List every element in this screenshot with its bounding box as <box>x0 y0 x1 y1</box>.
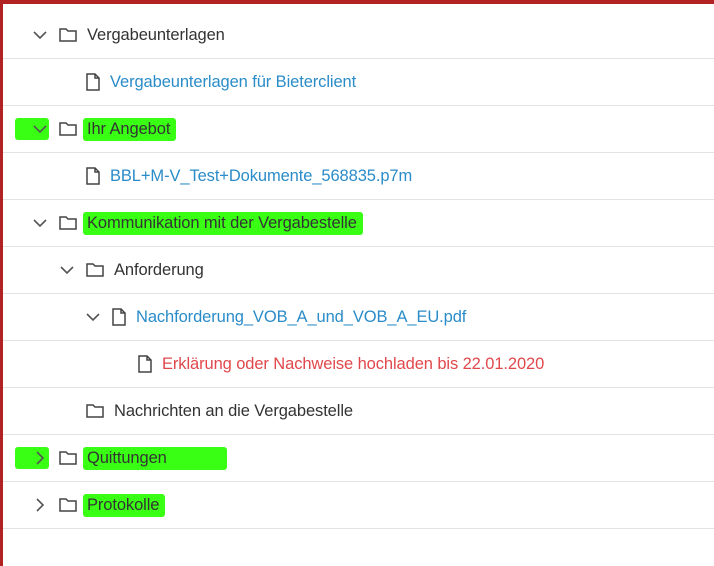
tree-row-vergabeunterlagen-bieterclient[interactable]: Vergabeunterlagen für Bieterclient <box>3 59 714 106</box>
tree-row-vergabeunterlagen[interactable]: Vergabeunterlagen <box>3 12 714 59</box>
tree-row-label-wrap: Kommunikation mit der Vergabestelle <box>83 200 363 246</box>
tree-row-label-wrap: Ihr Angebot <box>83 106 177 152</box>
file-icon <box>86 167 100 185</box>
tree-row-label: Ihr Angebot <box>87 120 171 138</box>
tree-row-nachrichten[interactable]: Nachrichten an die Vergabestelle <box>3 388 714 435</box>
tree-row-ihr-angebot[interactable]: Ihr Angebot <box>3 106 714 153</box>
window-top-border <box>0 0 714 4</box>
chevron-right-icon[interactable] <box>31 496 49 514</box>
tree-row-label-wrap: Quittungen <box>83 435 227 481</box>
chevron-down-icon[interactable] <box>31 120 49 138</box>
highlighted-text: Quittungen <box>83 435 227 481</box>
tree-row-label-wrap: Protokolle <box>83 482 166 528</box>
tree-row-label: Quittungen <box>87 449 167 467</box>
tree-row-label: Anforderung <box>114 261 204 279</box>
chevron-down-icon[interactable] <box>31 214 49 232</box>
folder-icon <box>59 216 77 230</box>
tree-row-anforderung[interactable]: Anforderung <box>3 247 714 294</box>
tree-row-label: Kommunikation mit der Vergabestelle <box>87 214 357 232</box>
tree-row-kommunikation[interactable]: Kommunikation mit der Vergabestelle <box>3 200 714 247</box>
highlighted-text: Protokolle <box>83 482 166 528</box>
tree-row-bbl-file[interactable]: BBL+M-V_Test+Dokumente_568835.p7m <box>3 153 714 200</box>
file-link[interactable]: Vergabeunterlagen für Bieterclient <box>110 59 356 105</box>
folder-icon <box>59 28 77 42</box>
highlighted-text: Ihr Angebot <box>83 106 177 152</box>
upload-request-link[interactable]: Erklärung oder Nachweise hochladen bis 2… <box>162 341 544 387</box>
folder-icon <box>59 451 77 465</box>
file-icon <box>112 308 126 326</box>
folder-icon <box>59 122 77 136</box>
tree-row-label: Vergabeunterlagen <box>87 26 225 44</box>
file-link[interactable]: Nachforderung_VOB_A_und_VOB_A_EU.pdf <box>136 294 466 340</box>
highlighted-text: Kommunikation mit der Vergabestelle <box>83 200 363 246</box>
chevron-down-icon[interactable] <box>31 26 49 44</box>
file-icon <box>86 73 100 91</box>
tree-row-erklaerung[interactable]: Erklärung oder Nachweise hochladen bis 2… <box>3 341 714 388</box>
folder-icon <box>59 498 77 512</box>
tree-row-label: Protokolle <box>87 496 160 514</box>
tree-row-protokolle[interactable]: Protokolle <box>3 482 714 529</box>
tree-row-nachforderung[interactable]: Nachforderung_VOB_A_und_VOB_A_EU.pdf <box>3 294 714 341</box>
folder-icon <box>86 263 104 277</box>
chevron-down-icon[interactable] <box>58 261 76 279</box>
chevron-right-icon[interactable] <box>31 449 49 467</box>
document-tree: Vergabeunterlagen Vergabeunterlagen für … <box>3 12 714 529</box>
chevron-down-icon[interactable] <box>84 308 102 326</box>
folder-icon <box>86 404 104 418</box>
file-link[interactable]: BBL+M-V_Test+Dokumente_568835.p7m <box>110 153 412 199</box>
tree-row-quittungen[interactable]: Quittungen <box>3 435 714 482</box>
tree-row-label: Nachrichten an die Vergabestelle <box>114 402 353 420</box>
file-icon <box>138 355 152 373</box>
